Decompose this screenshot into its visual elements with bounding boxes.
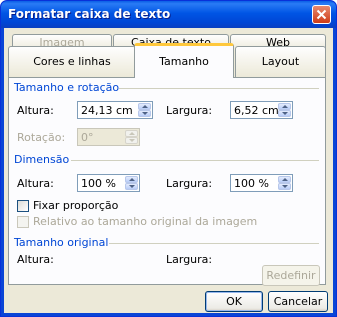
scale-height-label: Altura: [17,177,54,190]
height-spinbox[interactable]: 24,13 cm [77,101,153,119]
height-spinner-arrows[interactable] [138,103,151,117]
reset-button: Redefinir [262,265,320,286]
scale-height-spinbox[interactable]: 100 % [77,174,140,192]
cancel-button[interactable]: Cancelar [268,291,328,312]
height-label: Altura: [17,104,54,117]
spin-down-icon [125,137,138,144]
spin-up-icon[interactable] [138,103,151,110]
close-button[interactable] [312,5,331,24]
ok-button[interactable]: OK [205,291,263,312]
height-value: 24,13 cm [81,104,133,117]
section-size-rotation-heading: Tamanho e rotação [14,81,120,94]
scale-height-spinner-arrows[interactable] [125,176,138,190]
tab-tamanho[interactable]: Tamanho [134,43,234,78]
tab-cores-e-linhas[interactable]: Cores e linhas [8,46,136,77]
spin-up-icon[interactable] [125,176,138,183]
spin-down-icon[interactable] [138,110,151,117]
width-spinner-arrows[interactable] [278,103,291,117]
spin-up-icon[interactable] [278,176,291,183]
window-title: Formatar caixa de texto [8,7,171,21]
divider [71,160,319,161]
scale-width-spinbox[interactable]: 100 % [230,174,293,192]
section-original-heading: Tamanho original [14,236,109,249]
dialog-body: Imagem Caixa de texto Web Cores e linhas… [4,28,333,313]
lock-aspect-label[interactable]: Fixar proporção [33,199,118,212]
divider [119,88,319,89]
rotation-label: Rotação: [17,131,66,144]
rotation-value: 0° [81,131,94,144]
original-height-label: Altura: [17,253,54,266]
section-scale-heading: Dimensão [14,153,70,166]
scale-width-spinner-arrows[interactable] [278,176,291,190]
dialog-window: Formatar caixa de texto Imagem Caixa de … [0,0,337,317]
width-label: Largura: [166,104,213,117]
relative-original-label: Relativo ao tamanho original da imagem [33,215,258,228]
title-bar[interactable]: Formatar caixa de texto [1,1,336,28]
divider [109,243,319,244]
close-icon [316,9,327,20]
rotation-spinbox: 0° [77,128,140,146]
spin-down-icon[interactable] [278,183,291,190]
spin-up-icon [125,130,138,137]
lock-aspect-checkbox[interactable] [17,200,29,212]
scale-width-label: Largura: [166,177,213,190]
relative-original-checkbox [17,216,29,228]
width-spinbox[interactable]: 6,52 cm [230,101,293,119]
original-width-label: Largura: [166,253,213,266]
scale-height-value: 100 % [81,177,116,190]
tab-layout[interactable]: Layout [235,46,326,77]
scale-width-value: 100 % [234,177,269,190]
spin-up-icon[interactable] [278,103,291,110]
width-value: 6,52 cm [234,104,279,117]
spin-down-icon[interactable] [278,110,291,117]
spin-down-icon[interactable] [125,183,138,190]
tab-panel-tamanho: Tamanho e rotação Altura: 24,13 cm Largu… [8,77,326,286]
rotation-spinner-arrows [125,130,138,144]
